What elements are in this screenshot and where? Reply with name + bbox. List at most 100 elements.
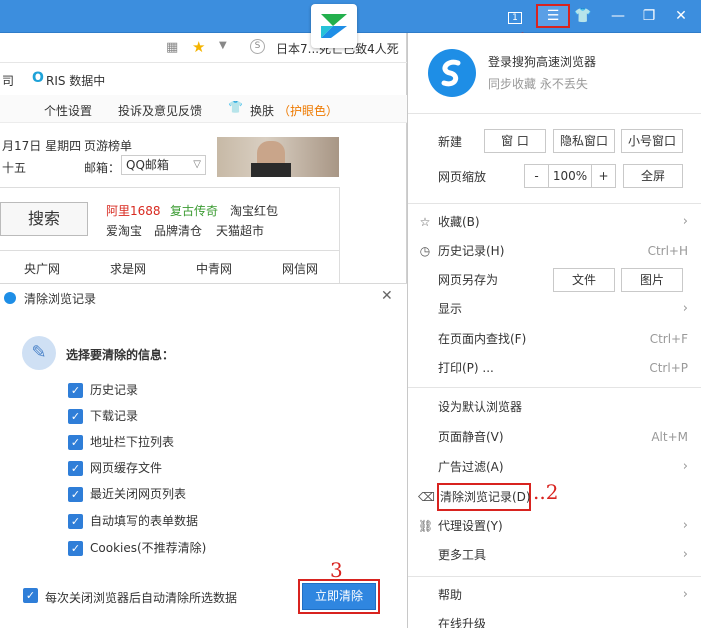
- bookmark-row: 司 O RIS 数据中: [0, 69, 407, 91]
- skin-tag[interactable]: （护眼色）: [278, 102, 338, 119]
- zoom-value: 100%: [548, 164, 592, 188]
- annotation-2: ..2: [533, 480, 559, 504]
- zoom-in-button[interactable]: +: [591, 164, 616, 188]
- menu-item-default-browser[interactable]: 设为默认浏览器: [438, 396, 688, 418]
- option-checkbox[interactable]: ✓: [68, 409, 83, 424]
- news-tab[interactable]: 中青网: [196, 260, 232, 277]
- option-checkbox[interactable]: ✓: [68, 514, 83, 529]
- skin-button[interactable]: 👕: [572, 6, 594, 26]
- zoom-out-button[interactable]: -: [524, 164, 549, 188]
- new-label: 新建: [438, 135, 463, 149]
- mail-select[interactable]: QQ邮箱 ▽: [121, 155, 206, 175]
- menu-item-adblock[interactable]: 广告过滤(A) ›: [438, 456, 688, 478]
- menu-item-clear-history[interactable]: 清除浏览记录(D): [440, 486, 532, 508]
- menu-item-find[interactable]: 在页面内查找(F) Ctrl+F: [438, 328, 688, 350]
- clear-now-button[interactable]: 立即清除: [302, 583, 376, 610]
- search-section: 搜索 阿里1688 复古传奇 淘宝红包 爱淘宝 品牌清仓 天猫超市 央广网 求是…: [0, 187, 340, 285]
- option-label[interactable]: 地址栏下拉列表: [90, 435, 174, 450]
- fullscreen-button[interactable]: 全屏: [623, 164, 683, 188]
- sogou-logo-icon: [321, 14, 347, 38]
- sogou-s-icon: [441, 59, 461, 87]
- mail-label: 邮箱：: [84, 161, 121, 175]
- option-label[interactable]: Cookies(不推荐清除): [90, 541, 206, 556]
- menu-item-help[interactable]: 帮助 ›: [438, 584, 688, 606]
- auto-clear-label[interactable]: 每次关闭浏览器后自动清除所选数据: [45, 589, 237, 606]
- menu-item-save-as[interactable]: 网页另存为: [438, 269, 558, 291]
- news-tab[interactable]: 求是网: [110, 260, 146, 277]
- menu-item-upgrade[interactable]: 在线升级: [438, 613, 688, 628]
- qr-icon[interactable]: ▦: [166, 40, 178, 55]
- chevron-down-icon[interactable]: ▼: [219, 40, 227, 51]
- title-bar: 1 ☰ 👕 — ❐ ✕: [0, 0, 701, 48]
- menu-item-more-tools[interactable]: 更多工具 ›: [438, 544, 688, 566]
- option-checkbox[interactable]: ✓: [68, 487, 83, 502]
- change-skin-link[interactable]: 换肤: [250, 102, 274, 119]
- menu-item-mute[interactable]: 页面静音(V) Alt+M: [438, 426, 688, 448]
- user-avatar[interactable]: [428, 49, 476, 97]
- restore-button[interactable]: ❐: [638, 6, 660, 26]
- lunar-date: 十五: [2, 161, 27, 175]
- game-rank-link[interactable]: 页游榜单: [84, 137, 132, 154]
- quick-link[interactable]: 阿里1688: [106, 202, 161, 219]
- shirt-icon: 👕: [574, 8, 592, 24]
- quick-link[interactable]: 天猫超市: [216, 222, 264, 239]
- option-label[interactable]: 历史记录: [90, 383, 138, 398]
- close-button[interactable]: ✕: [670, 6, 692, 26]
- main-menu-button[interactable]: ☰: [536, 4, 570, 28]
- dialog-close-icon[interactable]: ✕: [381, 288, 393, 304]
- search-button[interactable]: 搜索: [0, 202, 88, 236]
- star-icon[interactable]: ★: [192, 38, 205, 56]
- ris-bookmark[interactable]: RIS 数据中: [46, 72, 105, 89]
- quick-link[interactable]: 淘宝红包: [230, 202, 278, 219]
- menu-item-display[interactable]: 显示 ›: [438, 298, 688, 320]
- option-checkbox[interactable]: ✓: [68, 383, 83, 398]
- option-checkbox[interactable]: ✓: [68, 435, 83, 450]
- restore-icon: ❐: [642, 8, 656, 24]
- tab-count-button[interactable]: 1: [504, 6, 526, 26]
- news-photo[interactable]: [217, 137, 339, 177]
- option-label[interactable]: 最近关闭网页列表: [90, 487, 186, 502]
- news-tab[interactable]: 网信网: [282, 260, 318, 277]
- bookmark-item[interactable]: 司: [2, 72, 14, 89]
- menu-item-history[interactable]: 历史记录(H) Ctrl+H: [438, 240, 688, 262]
- link-icon: ⛓: [418, 519, 434, 533]
- divider: [408, 576, 701, 577]
- divider: [408, 387, 701, 388]
- menu-item-favorites[interactable]: 收藏(B) ›: [438, 211, 688, 233]
- hamburger-icon: ☰: [546, 8, 560, 24]
- option-label[interactable]: 自动填写的表单数据: [90, 514, 198, 529]
- clear-history-dialog: 清除浏览记录 ✕ ✎ 选择要清除的信息：: [0, 283, 407, 628]
- option-label[interactable]: 下载记录: [90, 409, 138, 424]
- quick-link[interactable]: 复古传奇: [170, 202, 218, 219]
- quick-link[interactable]: 爱淘宝: [106, 222, 142, 239]
- save-file-button[interactable]: 文件: [553, 268, 615, 292]
- feedback-link[interactable]: 投诉及意见反馈: [118, 102, 202, 119]
- chevron-right-icon: ›: [682, 587, 688, 602]
- option-checkbox[interactable]: ✓: [68, 541, 83, 556]
- auto-clear-checkbox[interactable]: ✓: [23, 588, 38, 603]
- sogou-small-icon: [4, 292, 16, 304]
- star-outline-icon: ☆: [419, 215, 431, 229]
- minimize-button[interactable]: —: [607, 6, 629, 26]
- personal-settings-link[interactable]: 个性设置: [44, 102, 92, 119]
- chevron-right-icon: ›: [682, 518, 688, 533]
- news-tabs: 央广网 求是网 中青网 网信网: [0, 250, 340, 284]
- save-image-button[interactable]: 图片: [621, 268, 683, 292]
- search-engine-icon[interactable]: S: [250, 39, 265, 54]
- quick-link[interactable]: 品牌清仓: [154, 222, 202, 239]
- info-row: 月17日 星期四 十五 页游榜单 邮箱： QQ邮箱 ▽: [0, 131, 407, 181]
- news-tab[interactable]: 央广网: [24, 260, 60, 277]
- new-small-window-button[interactable]: 小号窗口: [621, 129, 683, 153]
- new-private-window-button[interactable]: 隐私窗口: [553, 129, 615, 153]
- login-title[interactable]: 登录搜狗高速浏览器: [488, 53, 596, 70]
- new-window-button[interactable]: 窗 口: [484, 129, 546, 153]
- option-checkbox[interactable]: ✓: [68, 461, 83, 476]
- date-text: 月17日 星期四: [2, 139, 82, 153]
- login-subtitle: 同步收藏 永不丢失: [488, 77, 588, 91]
- option-label[interactable]: 网页缓存文件: [90, 461, 162, 476]
- menu-item-proxy[interactable]: 代理设置(Y) ›: [438, 515, 688, 537]
- broom-icon: ✎: [22, 336, 56, 370]
- chevron-down-icon: ▽: [193, 159, 201, 170]
- menu-item-print[interactable]: 打印(P) ... Ctrl+P: [438, 357, 688, 379]
- chevron-right-icon: ›: [682, 459, 688, 474]
